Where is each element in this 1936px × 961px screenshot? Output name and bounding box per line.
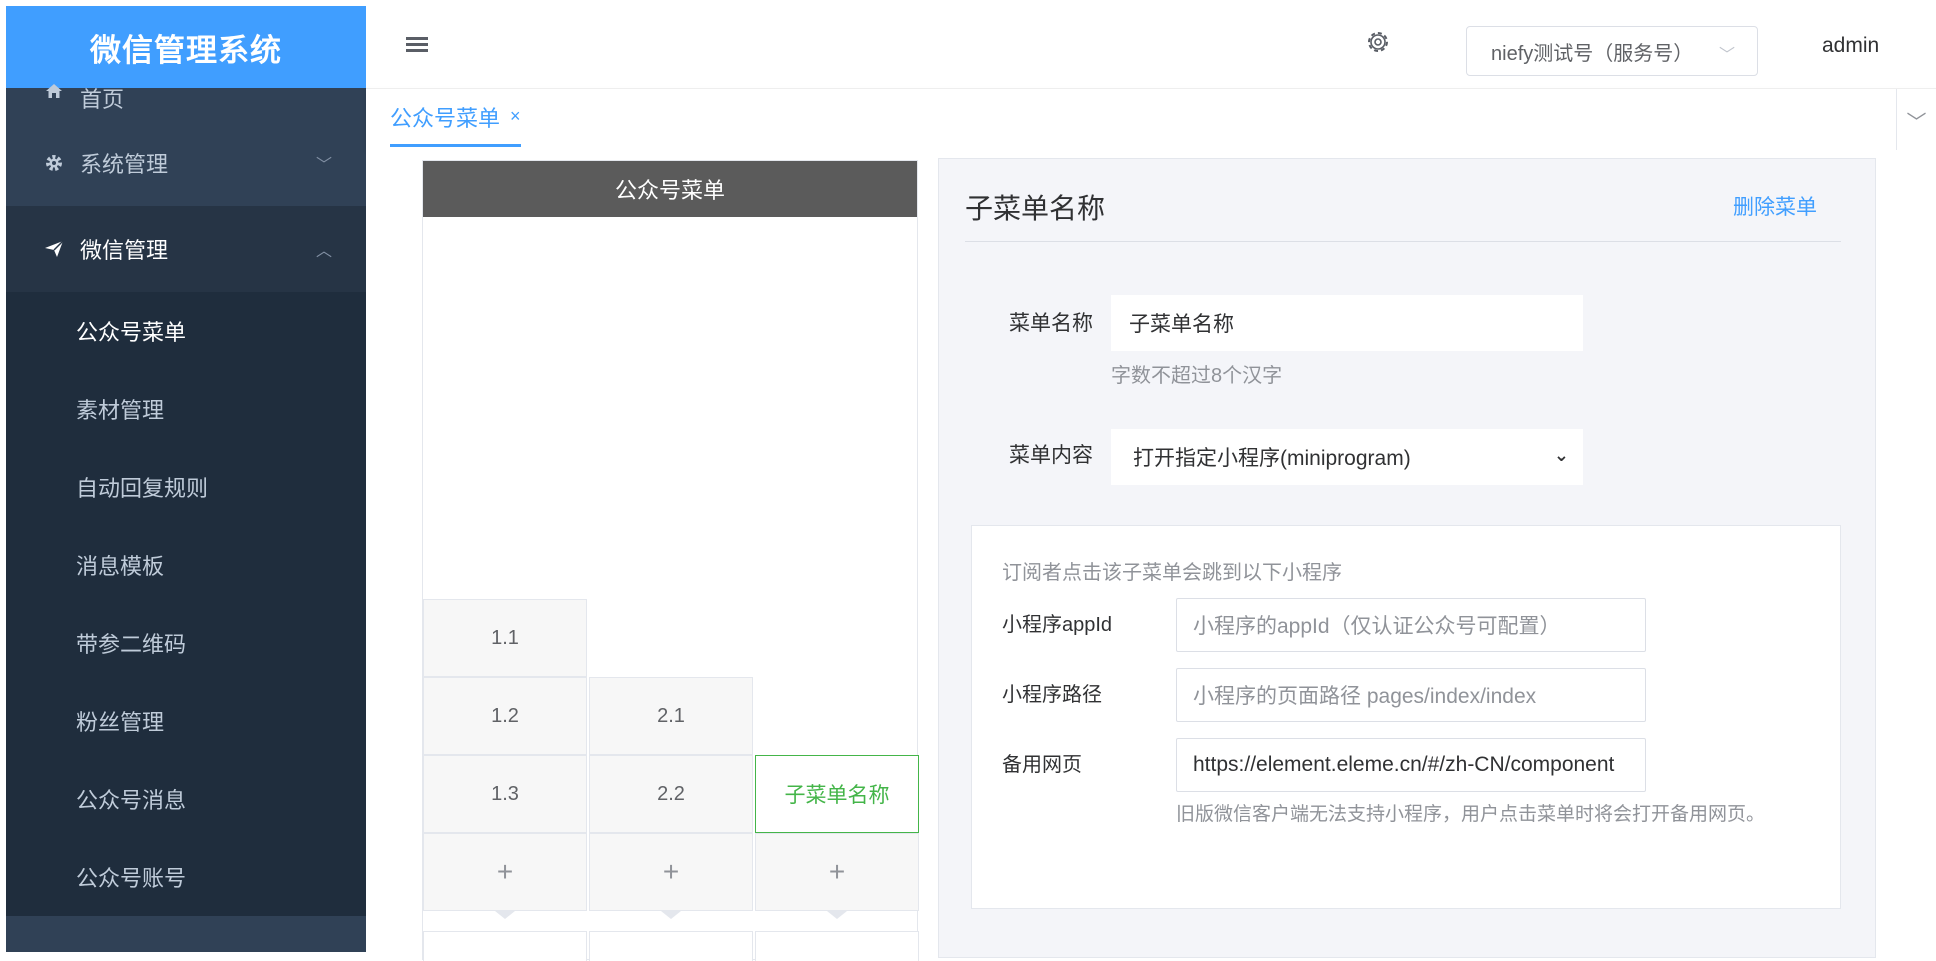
sidebar-item-fans[interactable]: 粉丝管理: [6, 682, 366, 760]
menu-name-hint: 字数不超过8个汉字: [1111, 365, 1283, 387]
sidebar-item-qrcode[interactable]: 带参二维码: [6, 604, 366, 682]
tags-view: 公众号菜单 × ﹀: [366, 88, 1936, 151]
fallback-url-label: 备用网页: [1002, 754, 1082, 776]
preview-title: 公众号菜单: [423, 161, 917, 217]
main-menu-button-1[interactable]: [423, 931, 587, 961]
submenu-2-1[interactable]: 2.1: [589, 677, 753, 755]
chevron-down-icon: ⌄: [1553, 445, 1569, 465]
divider: [965, 241, 1841, 242]
delete-menu-button[interactable]: 删除菜单: [1733, 191, 1817, 221]
home-icon: [42, 82, 66, 100]
settings-icon[interactable]: [1364, 28, 1392, 63]
sidebar-item-label: 首页: [80, 87, 125, 112]
account-select[interactable]: niefy测试号（服务号） ﹀: [1466, 26, 1758, 76]
chevron-up-icon: ︿: [315, 243, 332, 260]
add-submenu-1-button[interactable]: +: [423, 833, 587, 911]
app-title: 微信管理系统: [6, 6, 366, 88]
submenu-2-2[interactable]: 2.2: [589, 755, 753, 833]
miniprogram-description: 订阅者点击该子菜单会跳到以下小程序: [1002, 562, 1342, 584]
sidebar-item-home[interactable]: 首页: [6, 82, 366, 112]
add-submenu-2-button[interactable]: +: [589, 833, 753, 911]
close-icon[interactable]: ×: [510, 106, 521, 127]
tab-menu[interactable]: 公众号菜单 ×: [390, 89, 521, 147]
menu-content-select[interactable]: 打开指定小程序(miniprogram) ⌄: [1111, 429, 1583, 485]
add-submenu-3-button[interactable]: +: [755, 833, 919, 911]
sidebar-item-messages[interactable]: 公众号消息: [6, 760, 366, 838]
sidebar-item-menu[interactable]: 公众号菜单: [6, 292, 366, 370]
menu-content-label: 菜单内容: [1009, 444, 1093, 467]
appid-label: 小程序appId: [1002, 614, 1113, 636]
menu-preview: 公众号菜单 1.1 1.2 1.3 + 2.1 2.2 + 子菜单名称 +: [422, 160, 919, 961]
pointer-triangle: [827, 911, 847, 919]
sidebar: 微信管理系统 首页 系统管理 ﹀ 微信管理 ︿ 公众号菜单 素材管理 自动回复规…: [6, 6, 366, 952]
sidebar-item-wechat[interactable]: 微信管理 ︿: [6, 206, 366, 292]
chevron-down-icon: ﹀: [1718, 47, 1735, 64]
submenu-3-1[interactable]: 子菜单名称: [755, 755, 919, 833]
submenu-1-2[interactable]: 1.2: [423, 677, 587, 755]
main-menu-button-3[interactable]: [755, 931, 919, 961]
sidebar-item-template[interactable]: 消息模板: [6, 526, 366, 604]
pointer-triangle: [661, 911, 681, 919]
sidebar-item-label: 微信管理: [80, 238, 169, 263]
user-name[interactable]: admin: [1822, 34, 1879, 58]
miniprogram-settings: 订阅者点击该子菜单会跳到以下小程序 小程序appId 小程序的appId（仅认证…: [971, 525, 1841, 909]
appid-input[interactable]: 小程序的appId（仅认证公众号可配置）: [1176, 598, 1646, 652]
pointer-triangle: [495, 911, 515, 919]
hamburger-icon[interactable]: [406, 34, 430, 58]
wechat-submenu: 公众号菜单 素材管理 自动回复规则 消息模板 带参二维码 粉丝管理 公众号消息 …: [6, 292, 366, 916]
chevron-down-icon: ﹀: [315, 157, 332, 174]
sidebar-item-material[interactable]: 素材管理: [6, 370, 366, 448]
sidebar-item-accounts[interactable]: 公众号账号: [6, 838, 366, 916]
tags-dropdown-icon[interactable]: ﹀: [1896, 89, 1936, 151]
account-select-value: niefy测试号（服务号）: [1491, 42, 1694, 65]
gear-icon: [42, 153, 66, 173]
top-header: niefy测试号（服务号） ﹀ admin: [366, 6, 1936, 90]
menu-name-label: 菜单名称: [1009, 312, 1093, 335]
sidebar-item-system[interactable]: 系统管理 ﹀: [6, 120, 366, 206]
menu-editor: 子菜单名称 删除菜单 菜单名称 子菜单名称 字数不超过8个汉字 菜单内容 打开指…: [938, 158, 1876, 958]
submenu-1-3[interactable]: 1.3: [423, 755, 587, 833]
menu-name-input[interactable]: 子菜单名称: [1111, 295, 1583, 351]
sidebar-item-auto-reply[interactable]: 自动回复规则: [6, 448, 366, 526]
path-input[interactable]: 小程序的页面路径 pages/index/index: [1176, 668, 1646, 722]
send-icon: [42, 239, 66, 259]
main-content: 公众号菜单 1.1 1.2 1.3 + 2.1 2.2 + 子菜单名称 + 子菜…: [366, 150, 1936, 961]
tab-label: 公众号菜单: [390, 105, 501, 131]
editor-title: 子菜单名称: [965, 193, 1106, 224]
fallback-url-tip: 旧版微信客户端无法支持小程序，用户点击菜单时将会打开备用网页。: [1176, 804, 1766, 825]
submenu-1-1[interactable]: 1.1: [423, 599, 587, 677]
fallback-url-input[interactable]: https://element.eleme.cn/#/zh-CN/compone…: [1176, 738, 1646, 792]
sidebar-item-label: 系统管理: [80, 152, 169, 177]
menu-content-value: 打开指定小程序(miniprogram): [1133, 447, 1411, 470]
main-menu-button-2[interactable]: [589, 931, 753, 961]
path-label: 小程序路径: [1002, 684, 1102, 706]
